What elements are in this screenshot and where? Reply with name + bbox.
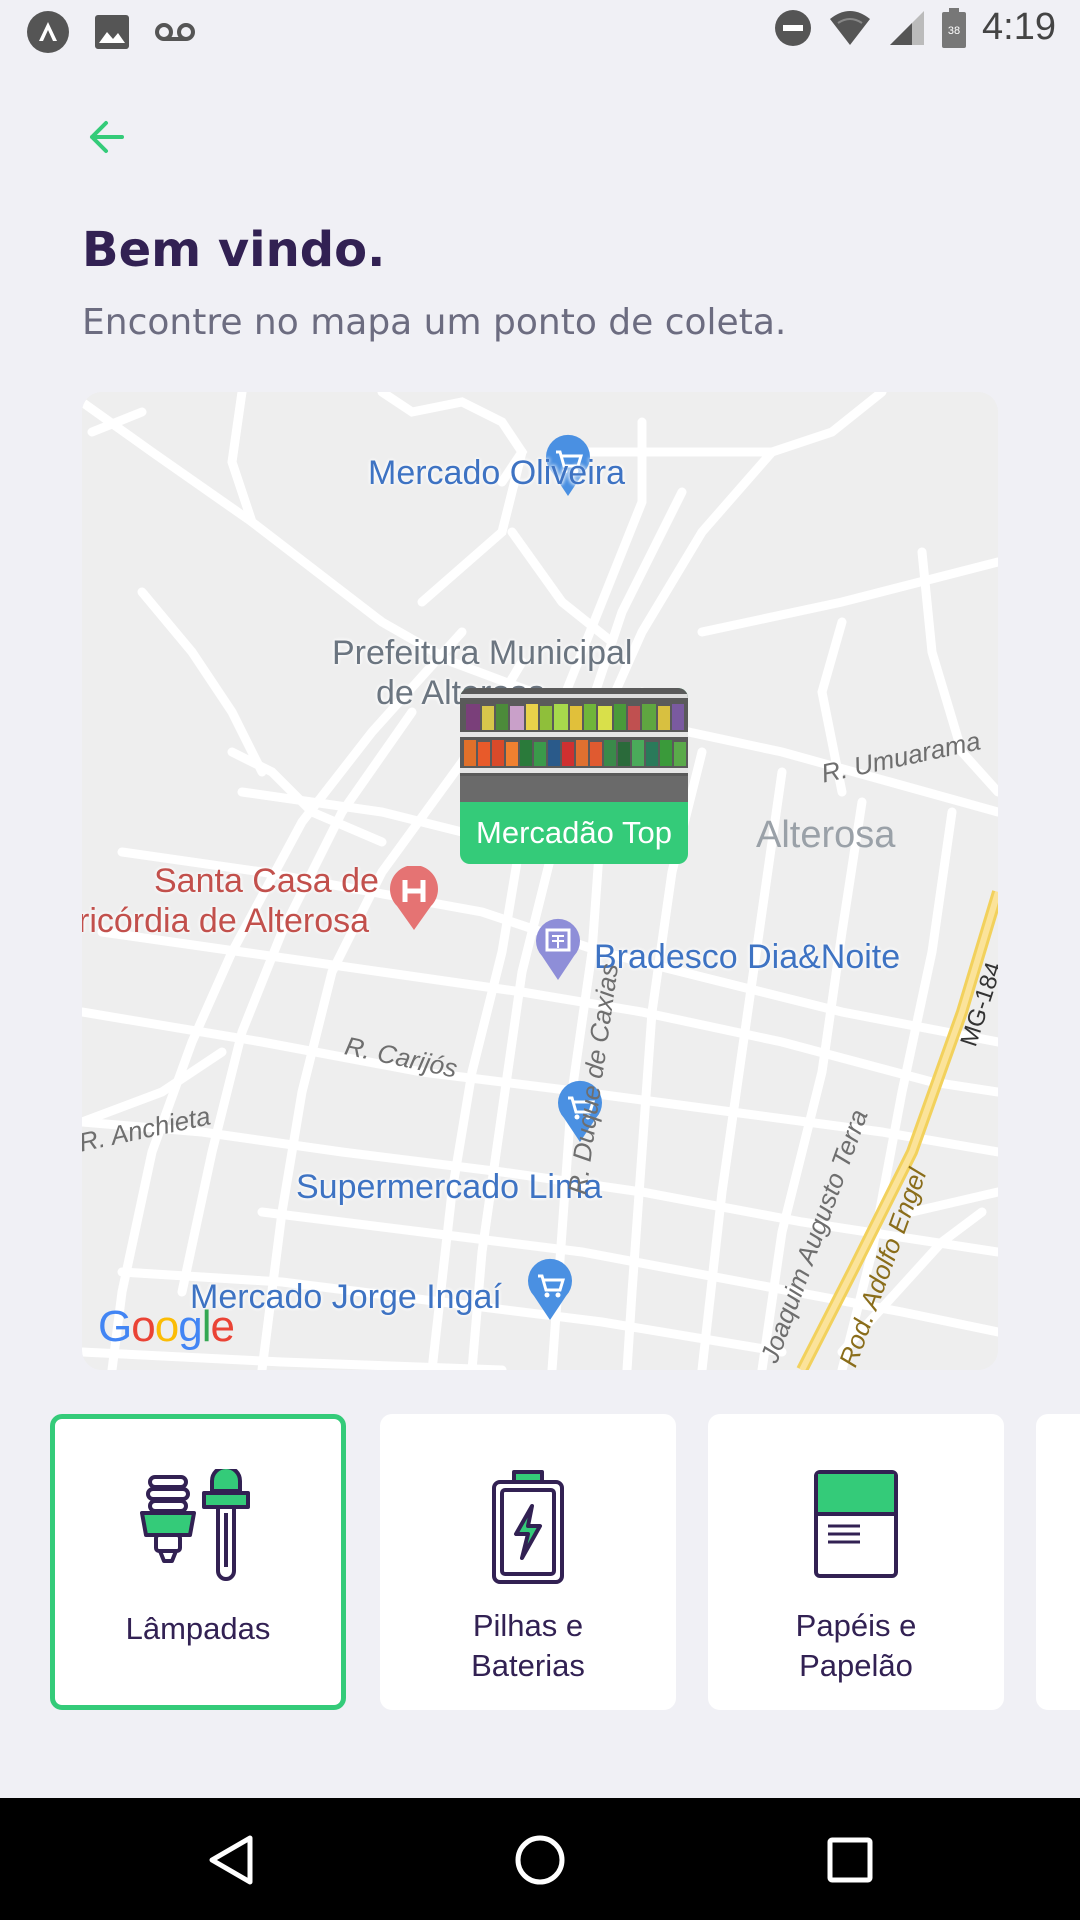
item-papeis-papelao[interactable]: Papéis e Papelão — [708, 1414, 1004, 1710]
signal-icon — [890, 10, 925, 45]
map-label-santa-casa: Santa Casa de — [154, 862, 379, 900]
hospital-pin-icon[interactable] — [388, 866, 440, 932]
battery-icon — [492, 1470, 564, 1584]
item-lampadas[interactable]: Lâmpadas — [50, 1414, 346, 1710]
wifi-icon — [830, 10, 871, 45]
home-nav-icon[interactable] — [510, 1830, 570, 1890]
paper-icon — [814, 1470, 898, 1578]
items-list[interactable]: Lâmpadas Pilhas e Baterias Papéis e Pape… — [50, 1412, 1080, 1716]
back-nav-icon[interactable] — [200, 1830, 260, 1890]
item-partial[interactable] — [1036, 1414, 1080, 1710]
svg-text:38: 38 — [948, 25, 960, 37]
status-time: 4:19 — [982, 6, 1056, 48]
lamps-icon — [140, 1469, 250, 1581]
google-logo: Google — [98, 1302, 235, 1351]
marker-label: Mercadão Top — [476, 815, 672, 850]
map-label-bradesco: Bradesco Dia&Noite — [594, 938, 901, 976]
map-label-supermercado-lima: Supermercado Lima — [296, 1168, 603, 1206]
image-notification-icon — [95, 15, 129, 49]
collection-point-marker[interactable]: Mercadão Top — [460, 688, 688, 864]
status-bar: 38 4:19 — [0, 0, 1080, 62]
do-not-disturb-icon — [775, 9, 812, 46]
back-arrow-icon[interactable] — [82, 112, 132, 162]
battery-icon: 38 — [942, 7, 967, 48]
item-pilhas-baterias[interactable]: Pilhas e Baterias — [380, 1414, 676, 1710]
item-title: Lâmpadas — [125, 1611, 271, 1646]
map-label-santa-casa-2: ricórdia de Alterosa — [82, 902, 370, 940]
recents-nav-icon[interactable] — [820, 1830, 880, 1890]
map-label-alterosa: Alterosa — [756, 814, 896, 856]
map-label-mercado-oliveira: Mercado Oliveira — [368, 454, 625, 492]
map-label-prefeitura: Prefeitura Municipal — [332, 634, 633, 672]
page-subtitle: Encontre no mapa um ponto de coleta. — [82, 302, 787, 343]
map-view[interactable]: Mercado Oliveira Prefeitura Municipal de… — [82, 392, 998, 1370]
voicemail-icon — [155, 23, 195, 41]
app-notification-icon — [27, 11, 69, 53]
page-title: Bem vindo. — [82, 222, 386, 278]
cart-pin-icon[interactable] — [526, 1258, 574, 1322]
navigation-bar — [0, 1798, 1080, 1920]
bank-pin-icon[interactable] — [534, 918, 582, 982]
item-title: Pilhas e Baterias — [471, 1608, 585, 1683]
map-label-mercado-jorge: Mercado Jorge Ingaí — [190, 1278, 502, 1316]
item-title: Papéis e Papelão — [795, 1608, 917, 1683]
store-shelves-photo — [460, 688, 688, 802]
